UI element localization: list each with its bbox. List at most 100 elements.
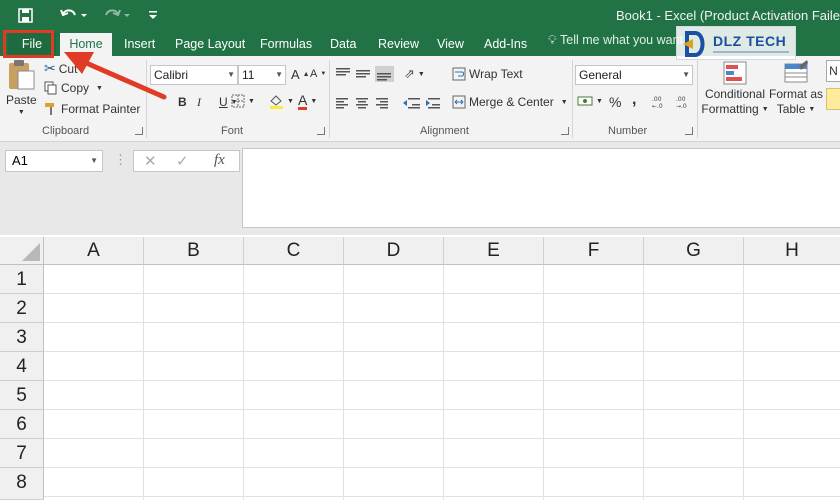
borders-button[interactable]: ▼: [231, 94, 255, 108]
clipboard-launcher-icon[interactable]: [135, 127, 143, 135]
paste-label: Paste: [6, 93, 37, 107]
decimal-buttons-icon[interactable]: .00←.0 .00→.0: [650, 94, 694, 110]
borders-icon: [231, 94, 245, 108]
row-header[interactable]: 2: [0, 294, 44, 323]
font-size-combo[interactable]: 11 ▼: [238, 65, 286, 85]
column-header[interactable]: F: [544, 237, 644, 265]
paste-icon: [9, 60, 35, 90]
font-size-value: 11: [242, 68, 255, 82]
paste-button[interactable]: Paste ▼: [6, 59, 37, 116]
group-separator: [572, 60, 573, 138]
tab-view[interactable]: View: [429, 33, 472, 56]
customize-qat-icon[interactable]: [146, 5, 160, 25]
alignment-launcher-icon[interactable]: [561, 127, 569, 135]
column-header[interactable]: C: [244, 237, 344, 265]
percent-button[interactable]: %: [609, 94, 621, 110]
wrap-text-icon: [452, 67, 466, 81]
tab-add-ins[interactable]: Add-Ins: [476, 33, 535, 56]
worksheet-grid: A B C D E F G H 1 2 3 4 5 6 7 8: [0, 235, 840, 500]
grow-font-label: A: [291, 67, 300, 82]
currency-icon: [577, 96, 593, 106]
cancel-icon[interactable]: ✕: [144, 152, 157, 170]
format-as-table-label-1: Format as: [769, 87, 824, 101]
group-label-clipboard: Clipboard: [42, 125, 90, 137]
column-header[interactable]: D: [344, 237, 444, 265]
horizontal-align-icons[interactable]: [334, 96, 444, 110]
logo-text: DLZ TECH: [713, 33, 787, 49]
chevron-down-icon: ▼: [287, 97, 294, 105]
font-name-value: Calibri: [154, 68, 189, 82]
tab-home[interactable]: Home: [60, 33, 112, 56]
cell-style-neutral[interactable]: [826, 88, 840, 110]
chevron-down-icon: ▼: [596, 97, 603, 105]
column-header[interactable]: E: [444, 237, 544, 265]
save-icon[interactable]: [14, 5, 36, 25]
undo-icon[interactable]: [58, 5, 88, 25]
tab-formulas[interactable]: Formulas: [252, 33, 320, 56]
tab-page-layout[interactable]: Page Layout: [167, 33, 253, 56]
tell-me-box[interactable]: 💡︎ Tell me what you want: [548, 33, 683, 48]
shrink-font-button[interactable]: A ▼: [310, 68, 326, 80]
logo-mark-icon: [683, 31, 705, 57]
group-separator: [697, 60, 698, 138]
format-painter-label: Format Painter: [61, 102, 141, 116]
number-launcher-icon[interactable]: [685, 127, 693, 135]
tab-data[interactable]: Data: [322, 33, 364, 56]
wrap-text-button[interactable]: Wrap Text: [452, 67, 523, 81]
group-separator: [146, 60, 147, 138]
caret-up-icon: ▲: [302, 71, 310, 78]
bold-button[interactable]: B: [178, 95, 187, 109]
lightbulb-icon: 💡︎: [548, 33, 557, 47]
column-header[interactable]: G: [644, 237, 744, 265]
formula-input[interactable]: [242, 148, 840, 228]
orientation-button[interactable]: ⇗ ▼: [404, 66, 425, 82]
row-header[interactable]: 5: [0, 381, 44, 410]
file-tab-highlight: [3, 30, 54, 58]
name-box[interactable]: A1 ▼: [5, 150, 103, 172]
insert-function-icon[interactable]: fx: [214, 152, 225, 169]
number-format-combo[interactable]: General ▼: [575, 65, 693, 85]
enter-icon[interactable]: ✓: [176, 152, 189, 170]
format-painter-button[interactable]: Format Painter: [44, 102, 140, 116]
font-color-button[interactable]: A ▼: [298, 93, 317, 110]
conditional-formatting-button[interactable]: Conditional Formatting ▼: [701, 60, 769, 116]
redo-icon[interactable]: [100, 5, 134, 25]
cell-style-normal[interactable]: N: [826, 60, 840, 82]
underline-button[interactable]: U: [219, 95, 228, 109]
tab-insert[interactable]: Insert: [116, 33, 163, 56]
paint-bucket-icon: [270, 95, 283, 109]
column-header[interactable]: H: [744, 237, 840, 265]
fill-color-button[interactable]: ▼: [268, 93, 294, 109]
cell-area[interactable]: [44, 265, 840, 500]
column-header[interactable]: A: [44, 237, 144, 265]
conditional-formatting-label-1: Conditional: [704, 87, 766, 101]
copy-button[interactable]: Copy ▼: [44, 81, 103, 95]
row-header[interactable]: 7: [0, 439, 44, 468]
row-header[interactable]: 1: [0, 265, 44, 294]
tab-review[interactable]: Review: [370, 33, 427, 56]
accounting-format-button[interactable]: ▼: [577, 94, 603, 108]
row-header[interactable]: 3: [0, 323, 44, 352]
merge-center-button[interactable]: Merge & Center ▼: [452, 95, 568, 109]
format-as-table-button[interactable]: Format as Table ▼: [769, 60, 824, 116]
row-header[interactable]: 6: [0, 410, 44, 439]
chevron-down-icon: ▼: [417, 70, 425, 78]
vertical-align-icons[interactable]: [334, 66, 394, 82]
chevron-down-icon: ▼: [90, 156, 98, 165]
chevron-down-icon: ▼: [96, 84, 103, 92]
chevron-down-icon: ▼: [17, 109, 25, 116]
cut-button[interactable]: ✂ Cut: [44, 60, 77, 77]
chevron-down-icon: ▼: [275, 70, 283, 79]
tell-me-text: Tell me what you want: [560, 33, 683, 47]
formula-buttons: ✕ ✓ fx: [133, 150, 240, 172]
font-launcher-icon[interactable]: [317, 127, 325, 135]
row-header[interactable]: 4: [0, 352, 44, 381]
column-header[interactable]: B: [144, 237, 244, 265]
comma-style-button[interactable]: ,: [632, 91, 636, 109]
conditional-formatting-icon: [723, 61, 747, 85]
row-header[interactable]: 8: [0, 468, 44, 500]
grow-font-button[interactable]: A ▲: [291, 67, 310, 82]
select-all-corner[interactable]: [0, 237, 44, 265]
font-name-combo[interactable]: Calibri ▼: [150, 65, 238, 85]
chevron-down-icon: ▼: [682, 70, 690, 79]
